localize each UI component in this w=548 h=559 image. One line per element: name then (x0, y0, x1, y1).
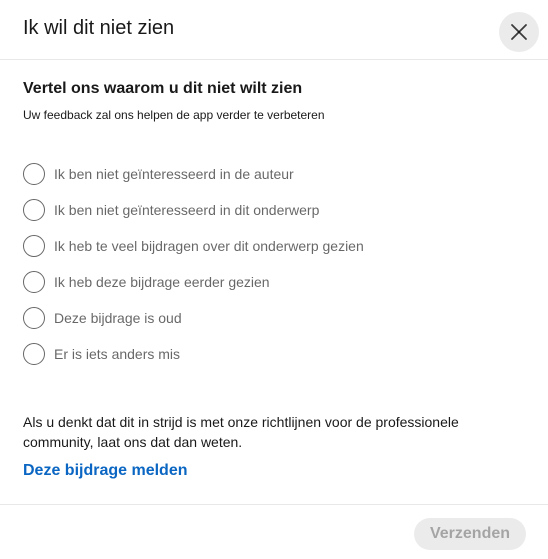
reason-option-label: Ik heb deze bijdrage eerder gezien (54, 274, 270, 290)
reason-option-topic[interactable]: Ik ben niet geïnteresseerd in dit onderw… (23, 197, 503, 223)
reason-option-label: Deze bijdrage is oud (54, 310, 182, 326)
dialog-header: Ik wil dit niet zien (0, 0, 548, 60)
submit-button[interactable]: Verzenden (414, 518, 526, 550)
radio-button[interactable] (23, 271, 45, 293)
reason-option-too-many[interactable]: Ik heb te veel bijdragen over dit onderw… (23, 233, 503, 259)
reason-option-label: Ik ben niet geïnteresseerd in de auteur (54, 166, 294, 182)
reason-option-label: Ik ben niet geïnteresseerd in dit onderw… (54, 202, 320, 218)
section-title: Vertel ons waarom u dit niet wilt zien (23, 80, 303, 97)
dialog-title: Ik wil dit niet zien (23, 17, 175, 39)
close-icon (510, 23, 528, 41)
reason-option-label: Ik heb te veel bijdragen over dit onderw… (54, 238, 364, 254)
reason-option-other[interactable]: Er is iets anders mis (23, 341, 503, 367)
radio-button[interactable] (23, 343, 45, 365)
radio-button[interactable] (23, 307, 45, 329)
reason-option-label: Er is iets anders mis (54, 346, 181, 362)
reason-option-old[interactable]: Deze bijdrage is oud (23, 305, 503, 331)
section-subtitle: Uw feedback zal ons helpen de app verder… (23, 108, 325, 122)
radio-button[interactable] (23, 163, 45, 185)
report-post-link[interactable]: Deze bijdrage melden (23, 462, 188, 480)
feedback-dialog: Ik wil dit niet zien Vertel ons waarom u… (0, 0, 548, 559)
guidelines-notice: Als u denkt dat dit in strijd is met onz… (23, 414, 459, 450)
reason-option-seen-before[interactable]: Ik heb deze bijdrage eerder gezien (23, 269, 503, 295)
reason-option-author[interactable]: Ik ben niet geïnteresseerd in de auteur (23, 161, 503, 187)
dialog-footer: Verzenden (0, 504, 548, 559)
close-button[interactable] (499, 12, 539, 52)
radio-button[interactable] (23, 199, 45, 221)
radio-button[interactable] (23, 235, 45, 257)
